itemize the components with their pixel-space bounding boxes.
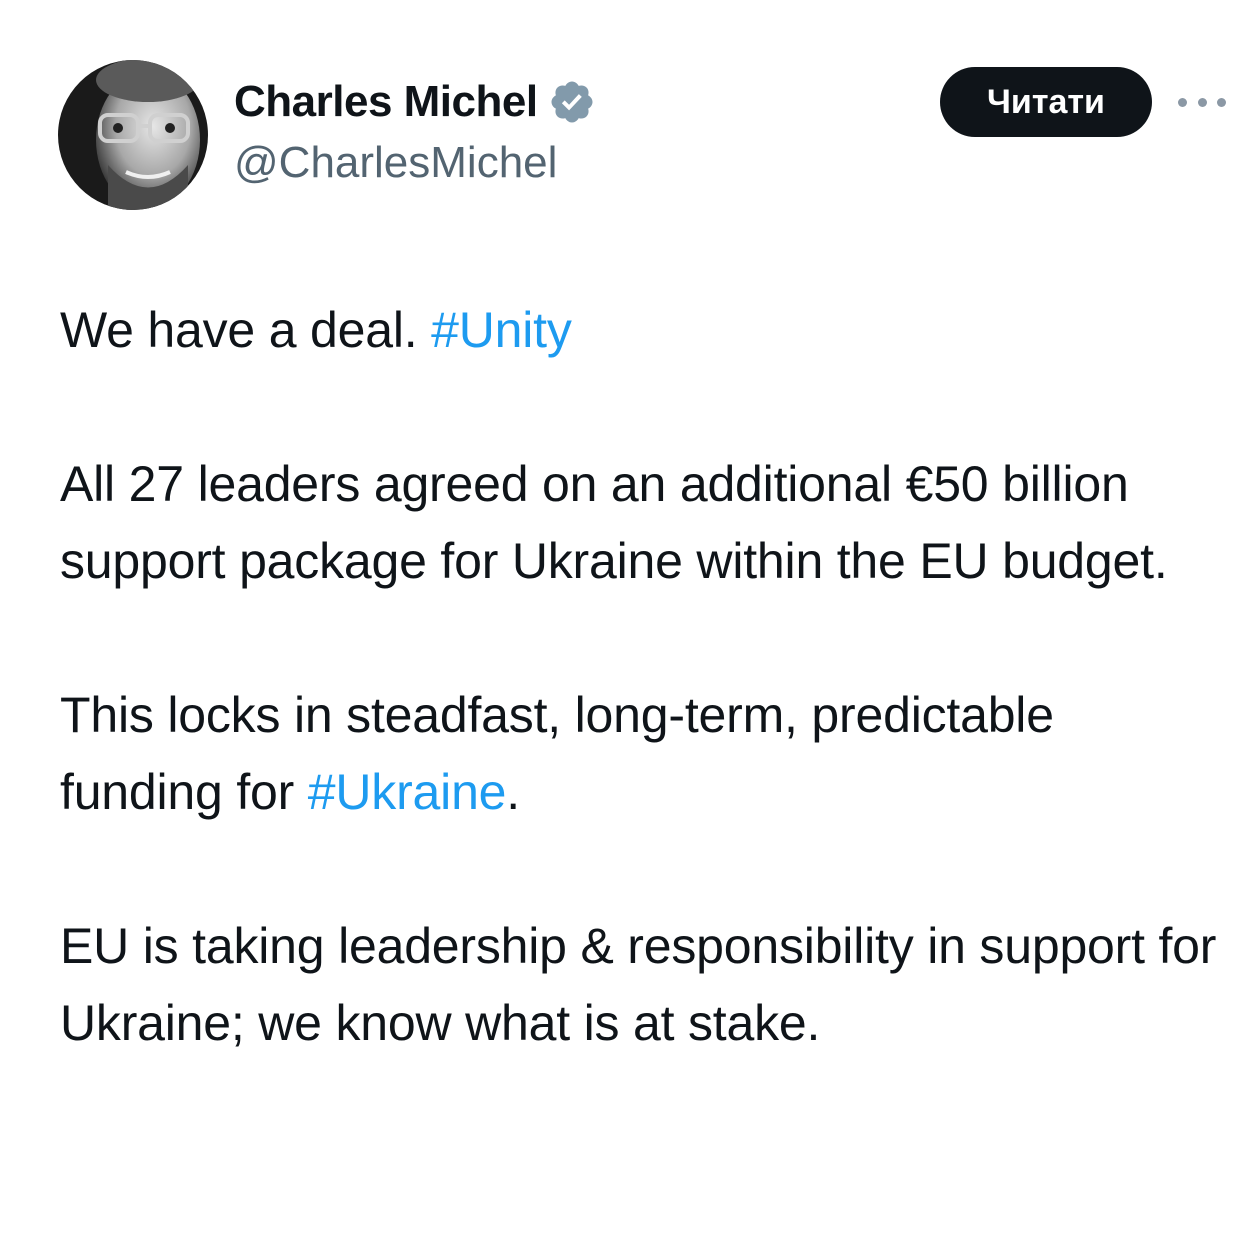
hashtag-link[interactable]: #Ukraine [308, 764, 507, 820]
more-dot [1197, 97, 1207, 107]
more-options-icon[interactable] [1178, 90, 1226, 114]
tweet-paragraph-2: All 27 leaders agreed on an additional €… [60, 456, 1168, 589]
avatar-photo [58, 60, 208, 210]
tweet-paragraph-4: EU is taking leadership & responsibility… [60, 918, 1217, 1051]
tweet-text-segment: We have a deal. [60, 302, 432, 358]
tweet-text-segment: . [506, 764, 520, 820]
verified-badge-icon [548, 78, 596, 126]
avatar[interactable] [58, 60, 208, 210]
hashtag-link[interactable]: #Unity [431, 302, 572, 358]
follow-button[interactable]: Читати [940, 67, 1152, 137]
tweet-paragraph-3: This locks in steadfast, long-term, pred… [60, 677, 1230, 831]
tweet-text: We have a deal. #Unity All 27 leaders ag… [60, 292, 1230, 1062]
more-dot [1217, 97, 1226, 107]
author-handle[interactable]: @CharlesMichel [234, 138, 557, 188]
more-dot [1178, 97, 1187, 107]
author-display-name[interactable]: Charles Michel [234, 77, 538, 127]
tweet-text-segment: This locks in steadfast, long-term, pred… [60, 687, 1054, 820]
tweet-paragraph-1: We have a deal. #Unity [60, 292, 1230, 369]
author-name-row: Charles Michel [234, 72, 596, 132]
